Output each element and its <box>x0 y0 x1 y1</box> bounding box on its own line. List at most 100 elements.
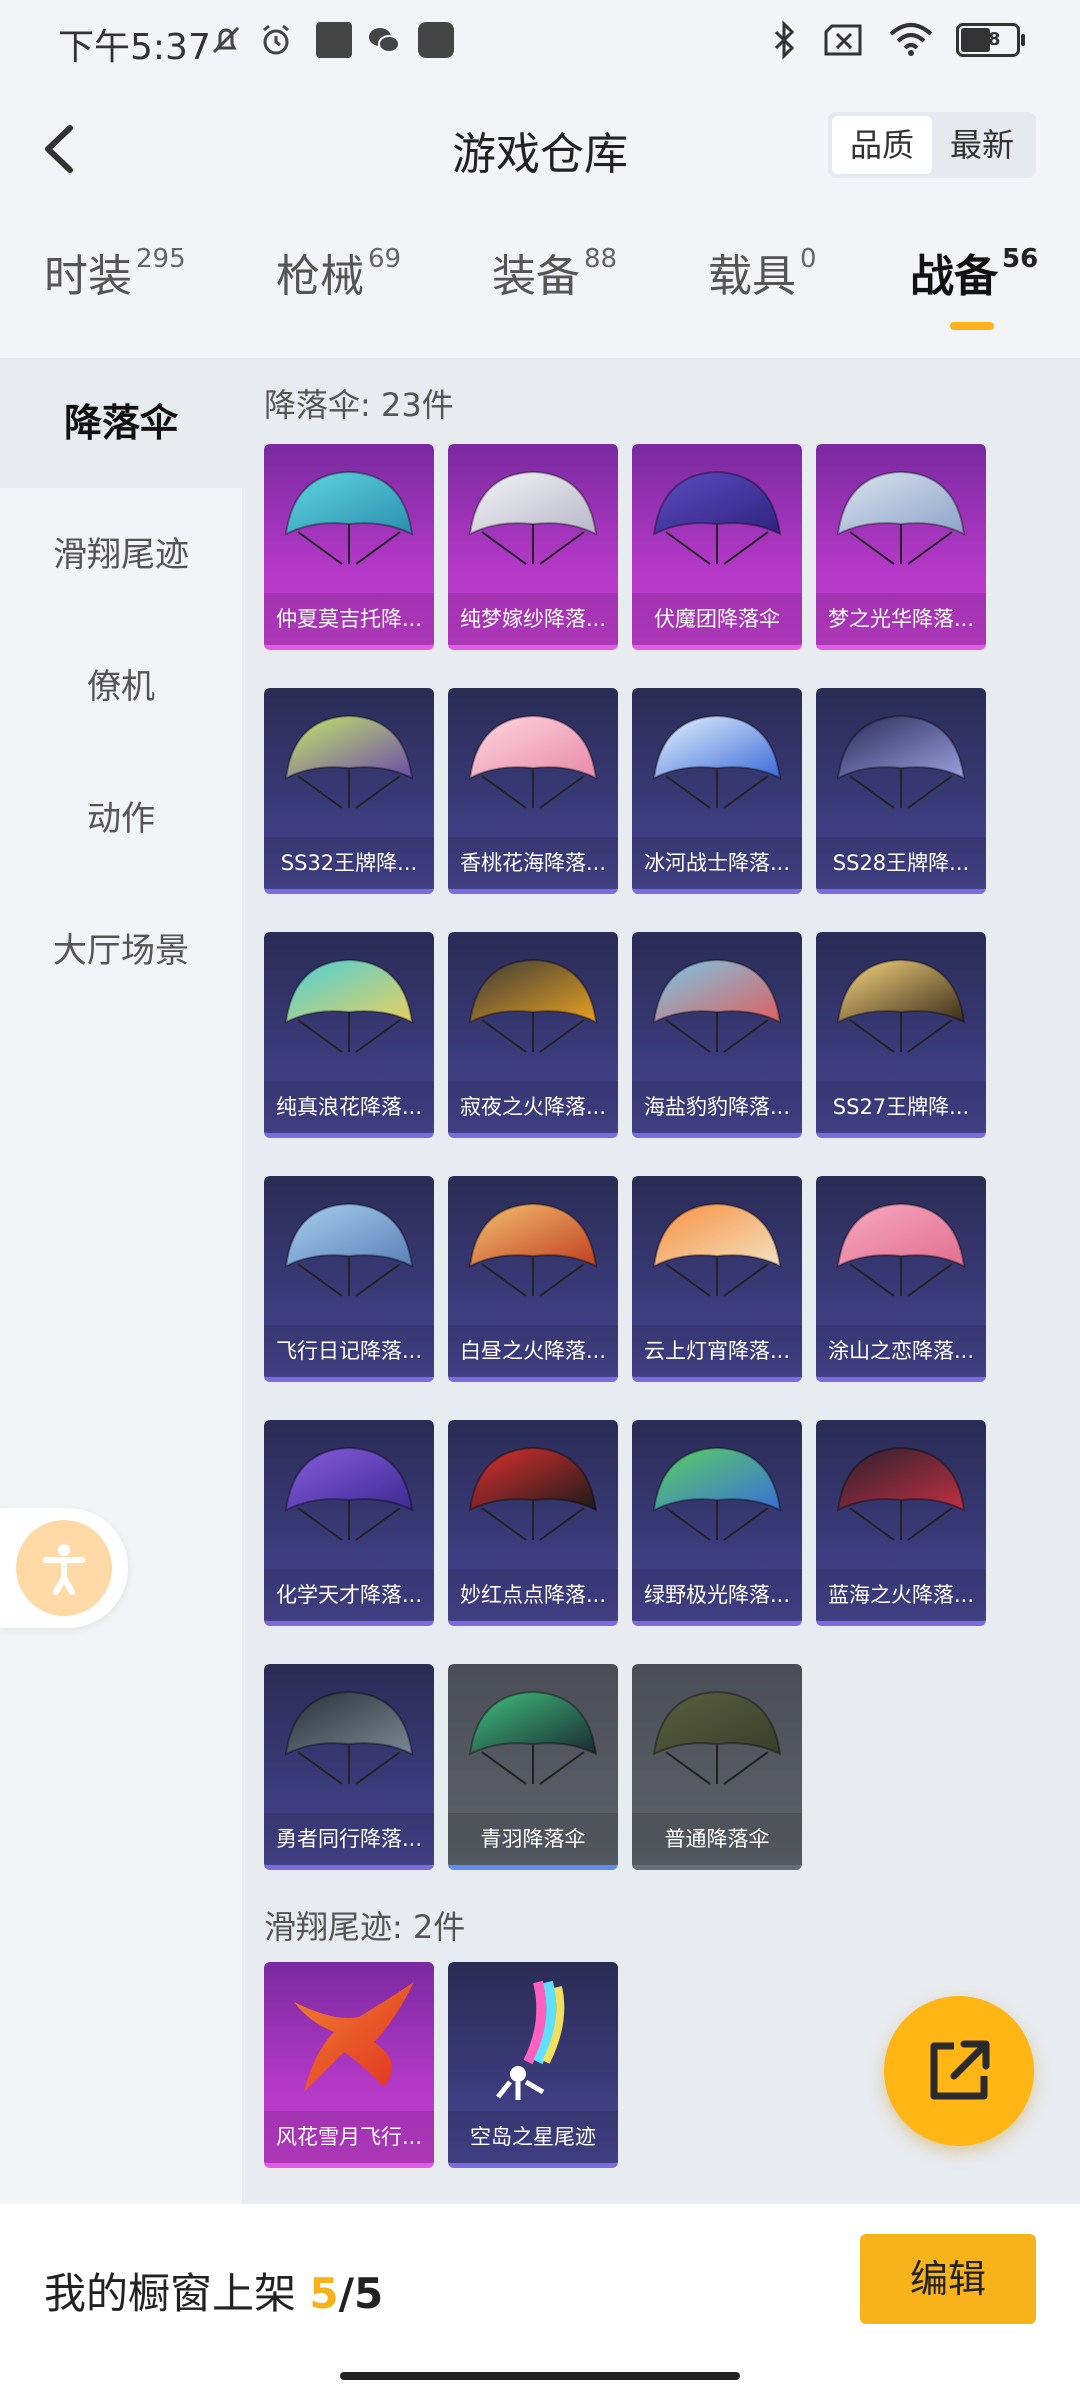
parachute-icon <box>284 958 414 1053</box>
item-name: 青羽降落伞 <box>448 1813 618 1865</box>
tab-fashion[interactable]: 时装 295 <box>44 240 186 304</box>
sort-quality-option[interactable]: 品质 <box>831 116 932 174</box>
showcase-count: 5 <box>309 2269 339 2318</box>
item-name: 寂夜之火降落... <box>448 1081 618 1133</box>
battery-level: 58 <box>975 29 1001 50</box>
parachute-icon <box>652 714 782 809</box>
item-card[interactable]: 纯梦嫁纱降落... <box>448 444 618 650</box>
tab-fashion-count: 295 <box>136 244 186 274</box>
item-name: 飞行日记降落... <box>264 1325 434 1377</box>
section-title-glide-trail: 滑翔尾迹: 2件 <box>264 1908 466 1946</box>
item-card[interactable]: 绿野极光降落... <box>632 1420 802 1626</box>
parachute-icon <box>284 1202 414 1297</box>
item-card[interactable]: 寂夜之火降落... <box>448 932 618 1138</box>
parachute-icon <box>284 1690 414 1785</box>
item-name: 海盐豹豹降落... <box>632 1081 802 1133</box>
item-card[interactable]: SS28王牌降... <box>816 688 986 894</box>
item-name: 白昼之火降落... <box>448 1325 618 1377</box>
parachute-icon <box>284 470 414 565</box>
item-card[interactable]: 青羽降落伞 <box>448 1664 618 1870</box>
tab-battle-prep-count: 56 <box>1002 244 1039 274</box>
status-right: 58 <box>770 18 1025 62</box>
tab-equipment[interactable]: 装备 88 <box>492 240 617 304</box>
sidebar-item-glide-trail[interactable]: 滑翔尾迹 <box>0 490 242 620</box>
showcase-label: 我的橱窗上架 <box>44 2269 297 2318</box>
item-name: 梦之光华降落... <box>816 593 986 645</box>
tab-vehicles[interactable]: 载具 0 <box>708 240 817 304</box>
parachute-icon <box>652 1446 782 1541</box>
item-card[interactable]: 飞行日记降落... <box>264 1176 434 1382</box>
item-card[interactable]: 云上灯宵降落... <box>632 1176 802 1382</box>
parachute-icon <box>652 1690 782 1785</box>
item-card[interactable]: 纯真浪花降落... <box>264 932 434 1138</box>
item-card[interactable]: 风花雪月飞行... <box>264 1962 434 2168</box>
tab-fashion-label: 时装 <box>44 251 132 302</box>
sidebar-item-lobby-scene[interactable]: 大厅场景 <box>0 886 242 1016</box>
item-name: 仲夏莫吉托降... <box>264 593 434 645</box>
item-card[interactable]: 伏魔团降落伞 <box>632 444 802 650</box>
item-card[interactable]: 普通降落伞 <box>632 1664 802 1870</box>
mute-icon <box>212 26 240 54</box>
tab-equipment-count: 88 <box>584 244 618 274</box>
category-tabs: 时装 295 枪械 69 装备 88 载具 0 战备 56 <box>0 240 1080 350</box>
parachute-icon <box>284 1446 414 1541</box>
item-name: 香桃花海降落... <box>448 837 618 889</box>
item-card[interactable]: 白昼之火降落... <box>448 1176 618 1382</box>
status-time: 下午5:37 <box>58 27 211 68</box>
item-card[interactable]: SS32王牌降... <box>264 688 434 894</box>
parachute-icon <box>468 470 598 565</box>
item-card[interactable]: 梦之光华降落... <box>816 444 986 650</box>
item-card[interactable]: 仲夏莫吉托降... <box>264 444 434 650</box>
item-name: 妙红点点降落... <box>448 1569 618 1621</box>
sort-toggle: 品质 最新 <box>827 112 1036 178</box>
item-name: 化学天才降落... <box>264 1569 434 1621</box>
tab-equipment-label: 装备 <box>492 251 580 302</box>
item-card[interactable]: 空岛之星尾迹 <box>448 1962 618 2168</box>
item-card[interactable]: 化学天才降落... <box>264 1420 434 1626</box>
parachute-icon <box>468 1446 598 1541</box>
item-card[interactable]: 蓝海之火降落... <box>816 1420 986 1626</box>
sidebar-item-emote[interactable]: 动作 <box>0 754 242 884</box>
tab-battle-prep-label: 战备 <box>910 251 998 302</box>
glide-trail-icon <box>496 1980 565 2100</box>
item-name: 绿野极光降落... <box>632 1569 802 1621</box>
parachute-icon <box>836 958 966 1053</box>
item-name: 云上灯宵降落... <box>632 1325 802 1377</box>
item-card[interactable]: 香桃花海降落... <box>448 688 618 894</box>
item-name: 纯梦嫁纱降落... <box>448 593 618 645</box>
item-name: 勇者同行降落... <box>264 1813 434 1865</box>
item-card[interactable]: 冰河战士降落... <box>632 688 802 894</box>
item-card[interactable]: 海盐豹豹降落... <box>632 932 802 1138</box>
alarm-icon <box>263 24 289 55</box>
wechat-icon <box>369 28 400 53</box>
tab-vehicles-count: 0 <box>800 244 817 274</box>
share-button[interactable] <box>884 1996 1034 2146</box>
parachute-icon <box>284 714 414 809</box>
item-card[interactable]: 妙红点点降落... <box>448 1420 618 1626</box>
parachute-icon <box>468 714 598 809</box>
parachute-icon <box>468 1690 598 1785</box>
home-indicator <box>340 2372 740 2380</box>
item-card[interactable]: 涂山之恋降落... <box>816 1176 986 1382</box>
tab-guns[interactable]: 枪械 69 <box>276 240 401 304</box>
edit-button[interactable]: 编辑 <box>860 2234 1036 2324</box>
parachute-icon <box>836 470 966 565</box>
item-name: 风花雪月飞行... <box>264 2111 434 2163</box>
item-card[interactable]: SS27王牌降... <box>816 932 986 1138</box>
status-bar: 下午5:37 58 <box>0 0 1080 80</box>
bluetooth-icon <box>774 20 795 60</box>
item-card[interactable]: 勇者同行降落... <box>264 1664 434 1870</box>
sort-latest-option[interactable]: 最新 <box>932 116 1032 174</box>
battery-icon: 58 <box>956 23 1025 57</box>
wifi-icon <box>889 23 933 56</box>
accessibility-button[interactable] <box>0 1508 128 1628</box>
parachute-icon <box>836 1202 966 1297</box>
tab-battle-prep[interactable]: 战备 56 <box>910 240 1038 304</box>
tab-guns-count: 69 <box>368 244 402 274</box>
accessibility-circle <box>16 1520 112 1616</box>
sidebar-item-wingman[interactable]: 僚机 <box>0 622 242 752</box>
tab-guns-label: 枪械 <box>276 251 364 302</box>
sidebar-item-parachute[interactable]: 降落伞 <box>0 358 242 488</box>
parachute-icon <box>468 958 598 1053</box>
app-notification-icon <box>316 22 352 58</box>
